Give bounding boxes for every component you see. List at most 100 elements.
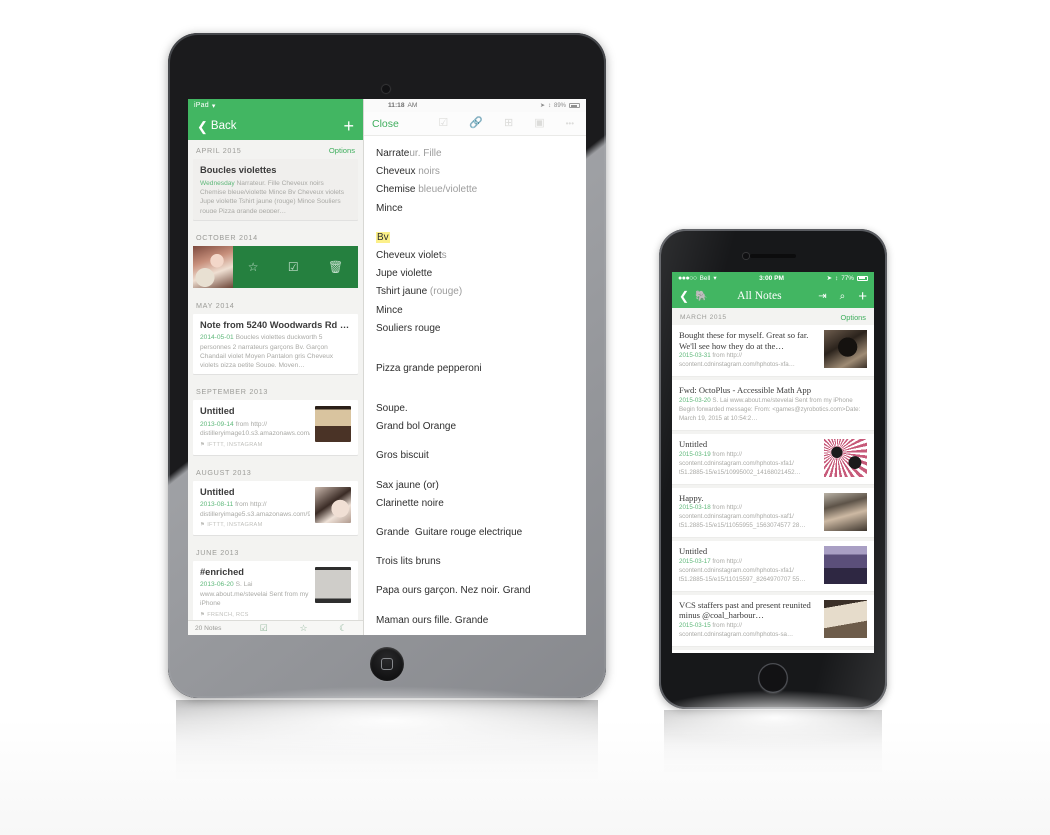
note-editor-blank-line — [376, 378, 574, 389]
note-list-item[interactable]: Untitled 2013-09-14 from http:// distill… — [193, 400, 358, 455]
note-snippet: 2015-03-31 from http:// scontent.cdninst… — [679, 352, 818, 370]
iphone-status-bar: ●●●○○ Bell ▾ 3:00 PM ➤ ↕ 77% — [672, 272, 874, 284]
note-thumbnail — [824, 599, 867, 638]
note-editor-text-dim: bleue/violette — [418, 184, 478, 196]
note-editor-blank-line — [376, 389, 574, 400]
note-editor-line: Sax jaune (or) — [376, 477, 574, 495]
note-editor-text: Tshirt jaune — [376, 286, 430, 298]
share-note-icon[interactable]: ⇥ — [818, 291, 826, 302]
note-editor-text: Clarinette noire — [376, 497, 444, 509]
note-editor-line: Maman ours fille. Grande — [376, 612, 574, 630]
section-header-september-2013: SEPTEMBER 2013 — [188, 381, 363, 400]
note-title: Untitled — [200, 406, 235, 417]
note-date: 2015-03-18 — [679, 504, 713, 512]
bluetooth-icon: ↕ — [547, 102, 551, 109]
note-editor-line: Cheveux noirs — [376, 163, 574, 181]
note-editor-line: Tshirt jaune (rouge) — [376, 283, 574, 301]
note-editor-blank-line — [376, 571, 574, 582]
close-button[interactable]: Close — [372, 118, 399, 130]
options-button[interactable]: Options — [329, 146, 355, 155]
account-icon[interactable]: ☾ — [323, 623, 363, 634]
ipad-front-camera-icon — [382, 85, 390, 93]
wifi-icon: ▾ — [211, 102, 216, 110]
note-thumbnail — [315, 566, 351, 603]
battery-icon — [569, 103, 580, 108]
section-header-may-2014: MAY 2014 — [188, 295, 363, 314]
ipad-home-button[interactable] — [370, 647, 404, 681]
checkbox-icon[interactable]: ☑ — [244, 623, 284, 634]
trash-icon[interactable]: 🗑 — [328, 260, 343, 274]
evernote-elephant-icon[interactable]: 🐘 — [695, 291, 707, 302]
status-time: 11:18 — [388, 102, 405, 109]
note-list-item[interactable]: Untitled 2013-08-11 from http:// distill… — [193, 480, 358, 535]
note-editor-blank-line — [376, 218, 574, 229]
note-editor-text: Narrate — [376, 148, 410, 159]
checkbox-icon[interactable]: ☑ — [288, 260, 299, 274]
note-date: 2015-03-15 — [679, 622, 713, 630]
ipad-device: iPad ▾ ❮ Back + APRIL 2015 Options Boucl… — [168, 33, 606, 698]
note-editor-line: Jupe violette — [376, 265, 574, 283]
note-date: 2015-03-19 — [679, 450, 713, 458]
ipad-screen: iPad ▾ ❮ Back + APRIL 2015 Options Boucl… — [188, 99, 586, 635]
note-editor-text: Cheveux violet — [376, 249, 442, 261]
chevron-left-icon[interactable]: ❮ — [679, 289, 689, 303]
signal-strength-icon: ●●●○○ — [678, 274, 697, 282]
ipad-status-bar: iPad ▾ — [188, 99, 363, 112]
paperclip-icon[interactable]: 🔗 — [469, 118, 483, 129]
note-editor-blank-line — [376, 436, 574, 447]
note-tags: ⚑ FRENCH, RCS — [200, 612, 310, 618]
note-editor-body[interactable]: Narrateur. Fille Cheveux noirs Chemise ble… — [364, 136, 586, 635]
note-list-item[interactable]: Untitled 2015-03-17 from http:// scontent… — [672, 541, 874, 592]
back-button[interactable]: ❮ Back — [197, 120, 236, 133]
star-icon[interactable]: ☆ — [284, 623, 324, 634]
note-date: 2013-09-14 — [200, 420, 234, 428]
note-thumbnail — [193, 245, 233, 288]
battery-icon — [857, 275, 868, 281]
note-list-scroll[interactable]: APRIL 2015 Options Boucles violettes Wed… — [188, 140, 363, 620]
note-editor-text: Mince — [376, 202, 403, 214]
note-list-item[interactable]: Fwd: OctoPlus - Accessible Math App 2015-… — [672, 380, 874, 431]
section-header-april-2015: APRIL 2015 Options — [188, 140, 363, 159]
add-attachment-icon[interactable]: ⊞ — [504, 118, 513, 129]
note-date: 2013-06-20 — [200, 581, 234, 589]
options-button[interactable]: Options — [841, 313, 866, 322]
camera-doc-icon[interactable]: ▣ — [534, 118, 544, 129]
section-label: JUNE 2013 — [196, 547, 240, 557]
note-list-item[interactable]: Bought these for myself. Great so far. W… — [672, 325, 874, 378]
checklist-icon[interactable]: ☑ — [438, 118, 448, 129]
note-list-item[interactable]: Happy. 2015-03-18 from http:// scontent.c… — [672, 487, 874, 539]
section-label: OCTOBER 2014 — [196, 232, 258, 242]
star-icon[interactable]: ☆ — [248, 260, 259, 274]
note-editor-text: Souliers rouge — [376, 322, 441, 334]
note-title: Fwd: OctoPlus - Accessible Math App — [679, 385, 812, 396]
note-list-item-swiped[interactable]: ☆ ☑ 🗑 — [193, 245, 358, 288]
note-snippet: 2015-03-15 from http:// scontent.cdninst… — [679, 622, 818, 640]
note-editor-blank-line — [376, 349, 574, 360]
iphone-note-list[interactable]: MARCH 2015 Options Bought these for myse… — [672, 308, 874, 653]
note-list-item[interactable]: #enriched 2013-06-20 S. Lai www.about.me… — [193, 560, 358, 620]
note-list-item[interactable]: VCS staffers past and present reunited m… — [672, 594, 874, 647]
section-label: AUGUST 2013 — [196, 467, 252, 477]
iphone-device: ●●●○○ Bell ▾ 3:00 PM ➤ ↕ 77% ❮ 🐘 All Not… — [659, 229, 887, 709]
bluetooth-icon: ↕ — [835, 274, 839, 282]
iphone-home-button[interactable] — [758, 663, 788, 693]
search-icon[interactable]: ⌕ — [840, 291, 846, 302]
section-label: MAY 2014 — [196, 300, 235, 310]
note-editor-text-dim: s — [441, 249, 447, 261]
new-note-icon[interactable]: + — [858, 288, 867, 305]
note-editor-text: Bv — [376, 231, 390, 243]
note-editor-text: Grande Guitare rouge electrique — [376, 527, 523, 538]
plus-icon[interactable]: + — [343, 117, 354, 135]
note-list-item[interactable]: VCS present and past reunited minus @coa… — [672, 650, 874, 653]
note-tags: ⚑ IFTTT, INSTAGRAM — [200, 442, 310, 448]
note-list-item[interactable]: Boucles violettes Wednesday Narrateur. F… — [193, 159, 358, 220]
wifi-icon: ▾ — [713, 275, 717, 282]
note-list-item[interactable]: Untitled 2015-03-19 from http:// scontent… — [672, 433, 874, 485]
iphone-front-camera-icon — [743, 253, 749, 259]
note-editor-line: Pizza grande pepperoni — [376, 360, 574, 378]
more-options-icon[interactable]: ••• — [566, 119, 574, 128]
tag-icon: ⚑ — [200, 521, 206, 528]
note-editor-blank-line — [376, 338, 574, 349]
note-list-item[interactable]: Note from 5240 Woodwards Rd in… 2014-05-… — [193, 313, 358, 375]
note-editor-blank-line — [376, 630, 574, 635]
